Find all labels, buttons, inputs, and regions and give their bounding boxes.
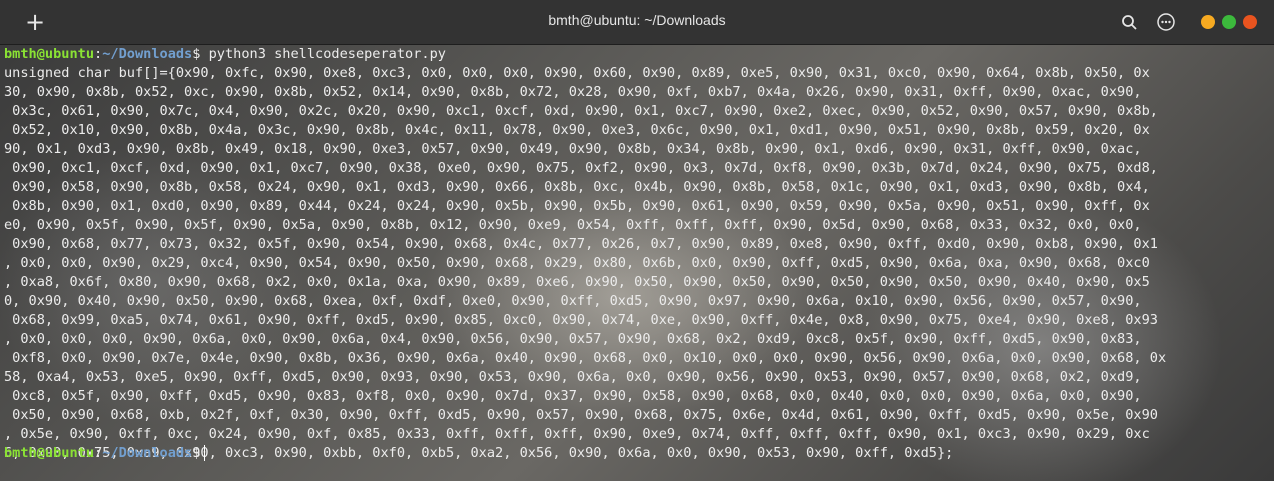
output-line: 0x68, 0x99, 0xa5, 0x74, 0x61, 0x90, 0xff… bbox=[4, 312, 1158, 328]
prompt-symbol: $ bbox=[192, 445, 201, 461]
prompt-path: ~/Downloads bbox=[102, 445, 193, 461]
output-line: , 0xa8, 0x6f, 0x80, 0x90, 0x68, 0x2, 0x0… bbox=[4, 274, 1150, 290]
prompt-user: bmth@ubuntu bbox=[4, 445, 95, 461]
text-cursor bbox=[204, 445, 206, 461]
terminal-output[interactable]: bmth@ubuntu:~/Downloads$ python3 shellco… bbox=[0, 45, 1274, 481]
output-line: 0x90, 0x68, 0x77, 0x73, 0x32, 0x5f, 0x90… bbox=[4, 236, 1158, 252]
output-line: e0, 0x90, 0x5f, 0x90, 0x5f, 0x90, 0x5a, … bbox=[4, 217, 1142, 233]
minimize-button[interactable] bbox=[1201, 15, 1215, 29]
output-line: 0, 0x90, 0x40, 0x90, 0x50, 0x90, 0x68, 0… bbox=[4, 293, 1142, 309]
prompt-user: bmth@ubuntu bbox=[4, 46, 95, 62]
output-line: , 0x0, 0x0, 0x0, 0x90, 0x6a, 0x0, 0x90, … bbox=[4, 331, 1142, 347]
output-line: 0x90, 0x58, 0x90, 0x8b, 0x58, 0x24, 0x90… bbox=[4, 179, 1150, 195]
output-line: unsigned char buf[]={0x90, 0xfc, 0x90, 0… bbox=[4, 65, 1150, 81]
output-line: 58, 0xa4, 0x53, 0xe5, 0x90, 0xff, 0xd5, … bbox=[4, 369, 1142, 385]
output-line: 0x52, 0x10, 0x90, 0x8b, 0x4a, 0x3c, 0x90… bbox=[4, 122, 1150, 138]
output-line: 0x50, 0x90, 0x68, 0xb, 0x2f, 0xf, 0x30, … bbox=[4, 407, 1158, 423]
command-line: bmth@ubuntu:~/Downloads$ python3 shellco… bbox=[4, 46, 446, 62]
output-line: 0x90, 0xc1, 0xcf, 0xd, 0x90, 0x1, 0xc7, … bbox=[4, 160, 1158, 176]
output-line: 0xc8, 0x5f, 0x90, 0xff, 0xd5, 0x90, 0x83… bbox=[4, 388, 1142, 404]
active-prompt-line[interactable]: bmth@ubuntu:~/Downloads$ bbox=[4, 444, 1272, 463]
output-line: , 0x0, 0x0, 0x90, 0x29, 0xc4, 0x90, 0x54… bbox=[4, 255, 1150, 271]
close-button[interactable] bbox=[1243, 15, 1257, 29]
prompt-path: ~/Downloads bbox=[102, 46, 193, 62]
command-text: python3 shellcodeseperator.py bbox=[208, 46, 446, 62]
output-line: 30, 0x90, 0x8b, 0x52, 0xc, 0x90, 0x8b, 0… bbox=[4, 84, 1142, 100]
output-line: , 0x5e, 0x90, 0xff, 0xc, 0x24, 0x90, 0xf… bbox=[4, 426, 1150, 442]
prompt-symbol: $ bbox=[192, 46, 201, 62]
search-button[interactable] bbox=[1120, 13, 1140, 33]
title-bar: + bmth@ubuntu: ~/Downloads bbox=[0, 0, 1274, 45]
maximize-button[interactable] bbox=[1222, 15, 1236, 29]
output-line: 0x3c, 0x61, 0x90, 0x7c, 0x4, 0x90, 0x2c,… bbox=[4, 103, 1158, 119]
hamburger-menu-icon bbox=[1157, 13, 1175, 31]
output-line: 0xf8, 0x0, 0x90, 0x7e, 0x4e, 0x90, 0x8b,… bbox=[4, 350, 1167, 366]
window-title: bmth@ubuntu: ~/Downloads bbox=[548, 12, 726, 28]
menu-button[interactable] bbox=[1156, 12, 1176, 32]
search-icon bbox=[1122, 15, 1137, 30]
terminal-window: + bmth@ubuntu: ~/Downloads bmth@ubuntu:~… bbox=[0, 0, 1274, 481]
output-line: 90, 0x1, 0xd3, 0x90, 0x8b, 0x49, 0x18, 0… bbox=[4, 141, 1142, 157]
output-line: 0x8b, 0x90, 0x1, 0xd0, 0x90, 0x89, 0x44,… bbox=[4, 198, 1150, 214]
